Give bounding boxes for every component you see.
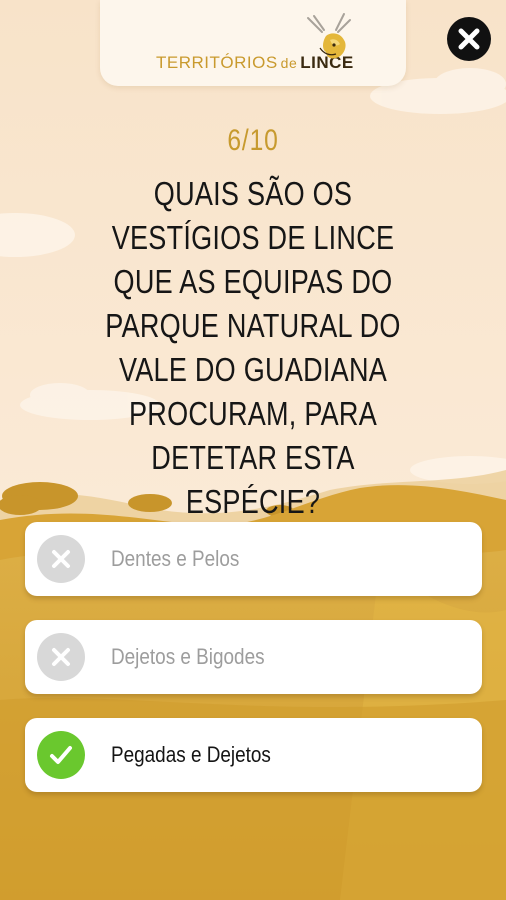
answer-option-1[interactable]: Dentes e Pelos <box>25 522 482 596</box>
question-counter: 6/10 <box>227 124 279 157</box>
check-icon <box>50 746 72 764</box>
correct-mark <box>37 731 85 779</box>
close-icon <box>458 28 480 50</box>
answer-option-2[interactable]: Dejetos e Bigodes <box>25 620 482 694</box>
logo-card: TERRITÓRIOS de LINCE <box>100 0 406 86</box>
answer-label: Dejetos e Bigodes <box>111 644 265 669</box>
cross-icon <box>52 648 70 666</box>
cross-icon <box>52 550 70 568</box>
logo-de: de <box>280 55 298 71</box>
answer-label: Dentes e Pelos <box>111 546 240 571</box>
wrong-mark <box>37 535 85 583</box>
close-button[interactable] <box>447 17 491 61</box>
logo-territorios: TERRITÓRIOS <box>156 53 278 72</box>
question-text: QUAIS SÃO OS VESTÍGIOS DE LINCE QUE AS E… <box>105 175 401 520</box>
answer-label: Pegadas e Dejetos <box>111 742 271 767</box>
lynx-emblem-icon <box>307 13 351 59</box>
wrong-mark <box>37 633 85 681</box>
answer-option-3[interactable]: Pegadas e Dejetos <box>25 718 482 792</box>
